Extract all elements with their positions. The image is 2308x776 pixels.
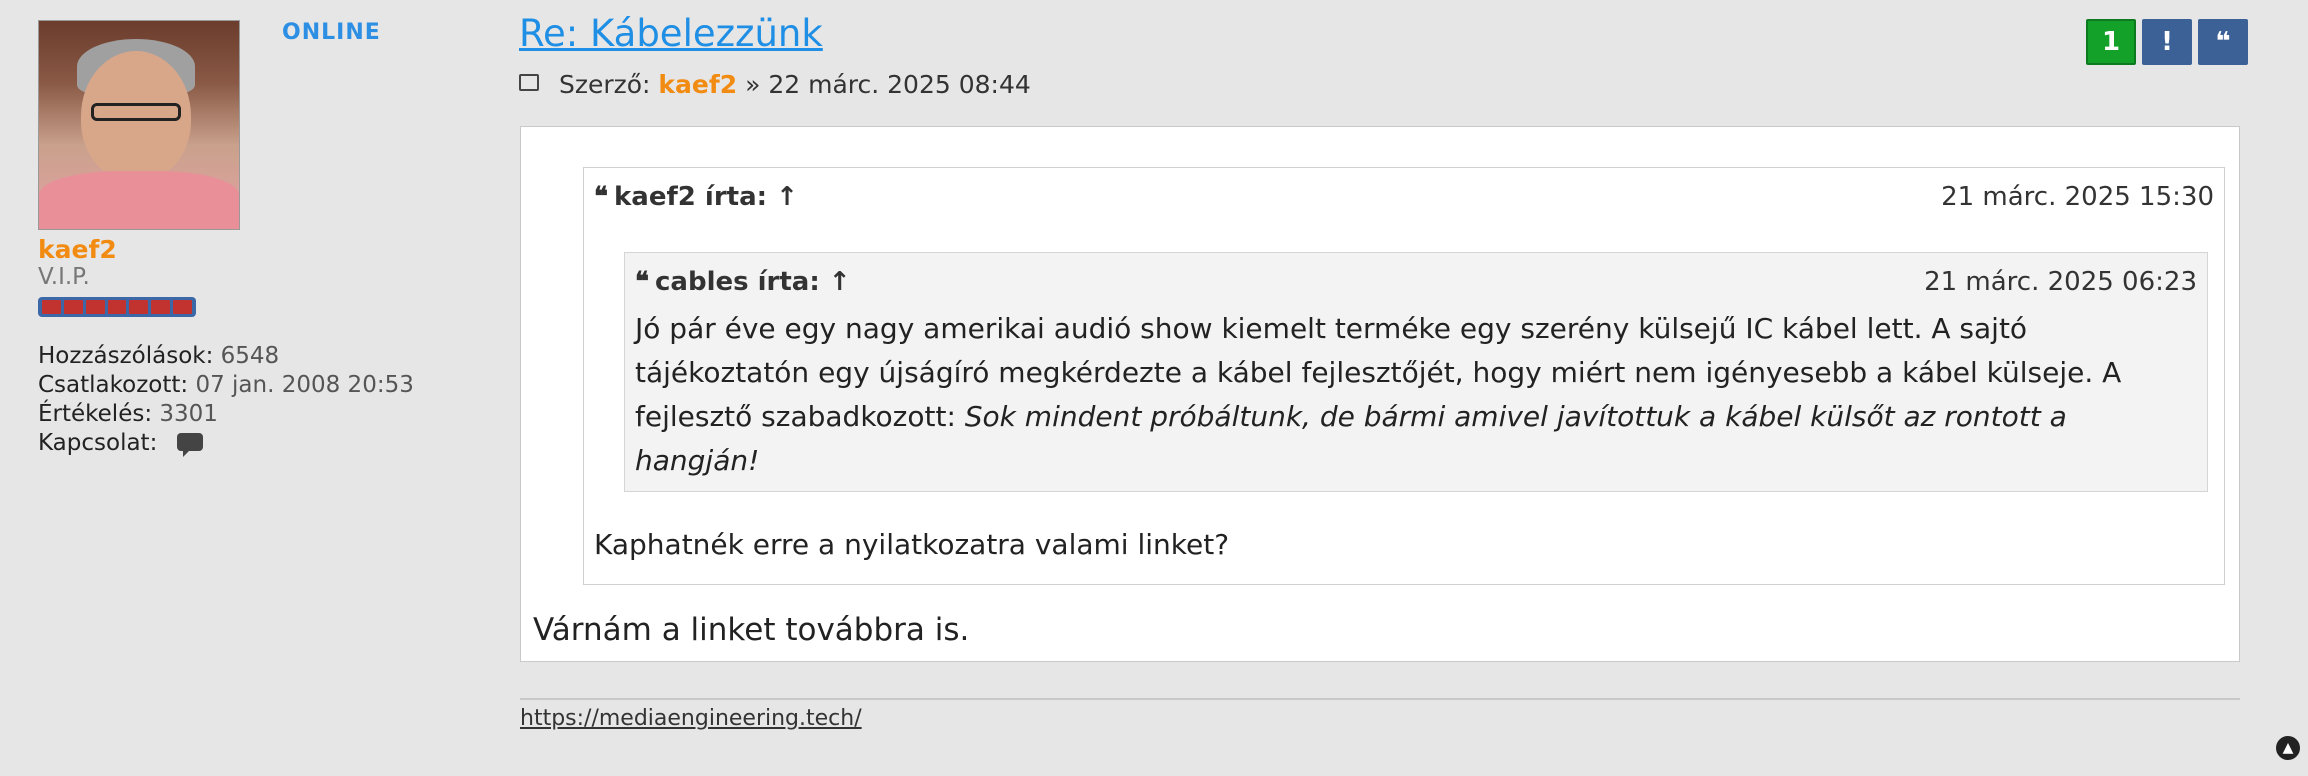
stat-value[interactable]: 6548: [221, 343, 280, 369]
back-to-top-icon[interactable]: ▲: [2276, 736, 2300, 760]
signature-link[interactable]: https://mediaengineering.tech/: [520, 706, 862, 731]
quote-icon: ❝: [594, 182, 608, 212]
stat-value: 07 jan. 2008 20:53: [195, 372, 414, 398]
quote-date: 21 márc. 2025 15:30: [1941, 182, 2214, 212]
like-button[interactable]: 1: [2086, 19, 2136, 65]
post-body-text: Várnám a linket továbbra is.: [533, 612, 970, 648]
post-title[interactable]: Re: Kábelezzünk: [519, 12, 823, 55]
quote-header: ❝ kaef2 írta: ↑ 21 márc. 2025 15:30: [594, 182, 2214, 212]
quote-author[interactable]: ❝ cables írta: ↑: [635, 267, 851, 297]
stat-contact: Kapcsolat:: [38, 429, 414, 458]
quote-block-inner: ❝ cables írta: ↑ 21 márc. 2025 06:23 Jó p…: [624, 252, 2208, 492]
author-stats: Hozzászólások: 6548 Csatlakozott: 07 jan…: [38, 342, 414, 458]
author-username[interactable]: kaef2: [38, 235, 117, 264]
quote-icon: ❝: [635, 267, 649, 297]
forum-post: ONLINE kaef2 V.I.P. Hozzászólások: 6548 …: [0, 0, 2308, 776]
stat-label: Kapcsolat:: [38, 430, 158, 456]
stat-joined: Csatlakozott: 07 jan. 2008 20:53: [38, 371, 414, 400]
rank-bar: [38, 297, 196, 317]
signature-divider: [520, 698, 2240, 700]
online-badge: ONLINE: [282, 20, 381, 45]
post-actions: 1 ! ❝: [2086, 19, 2248, 65]
post-meta: Szerző: kaef2 » 22 márc. 2025 08:44: [519, 70, 1031, 99]
stat-value: 3301: [159, 401, 218, 427]
post-icon: [519, 74, 539, 91]
quote-reply-text: Kaphatnék erre a nyilatkozatra valami li…: [594, 528, 1230, 561]
stat-rating: Értékelés: 3301: [38, 400, 414, 429]
quote-text: Jó pár éve egy nagy amerikai audió show …: [635, 312, 2122, 477]
meta-separator: »: [745, 70, 761, 99]
meta-author[interactable]: kaef2: [658, 70, 737, 99]
stat-posts: Hozzászólások: 6548: [38, 342, 414, 371]
meta-date: 22 márc. 2025 08:44: [768, 70, 1031, 99]
author-rank: V.I.P.: [38, 264, 90, 290]
avatar[interactable]: [38, 20, 240, 230]
avatar-glasses: [91, 103, 181, 121]
quote-header: ❝ cables írta: ↑ 21 márc. 2025 06:23: [635, 267, 2197, 297]
report-button[interactable]: !: [2142, 19, 2192, 65]
stat-label: Hozzászólások:: [38, 343, 214, 369]
quote-date: 21 márc. 2025 06:23: [1924, 267, 2197, 297]
quote-button[interactable]: ❝: [2198, 19, 2248, 65]
stat-label: Csatlakozott:: [38, 372, 189, 398]
post-content: ❝ kaef2 írta: ↑ 21 márc. 2025 15:30 ❝ cabl…: [520, 126, 2240, 662]
quote-block-outer: ❝ kaef2 írta: ↑ 21 márc. 2025 15:30 ❝ cabl…: [583, 167, 2225, 585]
contact-chat-icon[interactable]: [176, 432, 203, 457]
avatar-shirt: [39, 171, 239, 229]
quote-author[interactable]: ❝ kaef2 írta: ↑: [594, 182, 798, 212]
meta-label: Szerző:: [558, 70, 651, 99]
stat-label: Értékelés:: [38, 401, 153, 427]
